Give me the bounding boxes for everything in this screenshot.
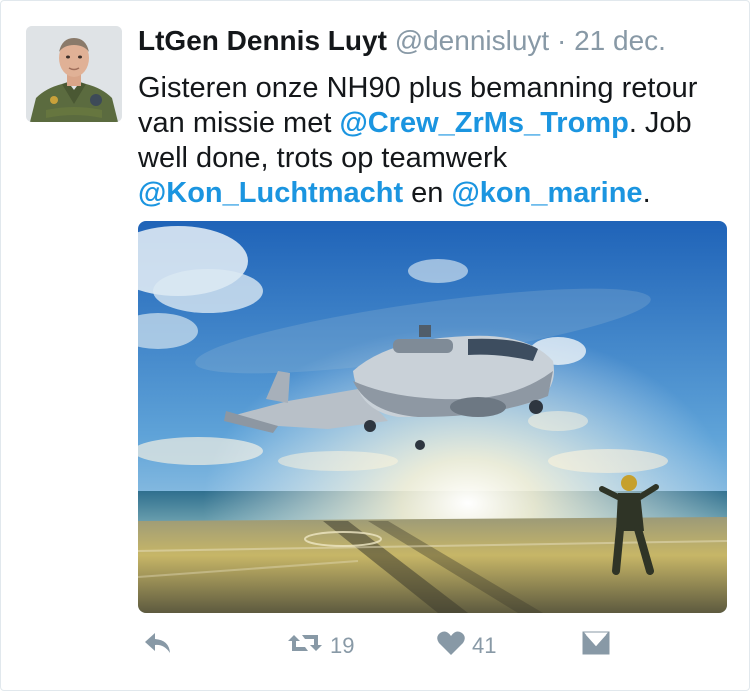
header-separator: · <box>556 25 567 56</box>
direct-message-icon <box>580 629 612 662</box>
retweet-button[interactable]: 19 <box>286 629 354 662</box>
avatar[interactable] <box>26 26 122 122</box>
heart-icon <box>436 629 466 662</box>
retweet-icon <box>286 629 324 662</box>
mention-link[interactable]: @Kon_Luchtmacht <box>138 177 403 209</box>
mention-link[interactable]: @kon_marine <box>452 177 643 209</box>
tweet-header: LtGen Dennis Luyt @dennisluyt · 21 dec. <box>138 23 666 59</box>
tweet-actions: 19 41 <box>138 629 727 669</box>
reply-icon <box>142 629 174 662</box>
like-button[interactable]: 41 <box>436 629 496 662</box>
direct-message-button[interactable] <box>580 629 612 662</box>
tweet-card: LtGen Dennis Luyt @dennisluyt · 21 dec. … <box>0 0 750 691</box>
display-name[interactable]: LtGen Dennis Luyt <box>138 25 387 56</box>
tweet-text-part: . <box>642 177 651 209</box>
tweet-text: Gisteren onze NH90 plus bemanning retour… <box>138 71 733 211</box>
tweet-text-part: en <box>403 177 452 209</box>
like-count: 41 <box>472 632 497 658</box>
retweet-count: 19 <box>330 632 355 658</box>
tweet-photo[interactable] <box>138 221 727 613</box>
user-handle[interactable]: @dennisluyt <box>395 25 550 56</box>
mention-link[interactable]: @Crew_ZrMs_Tromp <box>339 107 628 139</box>
reply-button[interactable] <box>142 629 174 662</box>
tweet-date[interactable]: 21 dec. <box>574 25 666 56</box>
